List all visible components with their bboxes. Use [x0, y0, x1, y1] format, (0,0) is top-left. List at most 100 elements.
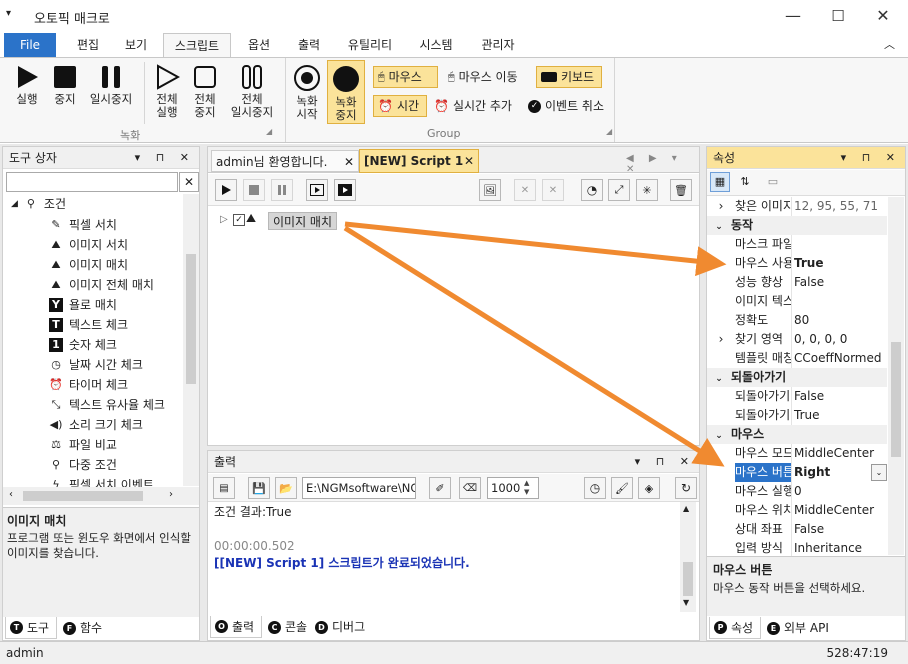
scrollbar-thumb[interactable]: [891, 342, 901, 457]
pause-all-button[interactable]: 전체 일시중지: [226, 64, 278, 119]
line-count-input[interactable]: 1000: [487, 477, 539, 499]
expand-property-icon[interactable]: ›: [707, 197, 735, 216]
collapse-ribbon-icon[interactable]: ︿: [884, 36, 895, 52]
scroll-down-icon[interactable]: ▼: [683, 598, 689, 607]
run-all-button[interactable]: 전체 실행: [148, 64, 186, 119]
list-item[interactable]: ⤡ 텍스트 유사율 체크: [49, 395, 165, 415]
property-row[interactable]: 이미지 텍스트: [707, 292, 887, 311]
maximize-button[interactable]: ☐: [815, 0, 861, 32]
menu-system[interactable]: 시스템: [408, 33, 464, 57]
scrollbar-thumb[interactable]: [683, 562, 693, 596]
menu-file[interactable]: File: [4, 33, 56, 57]
property-row[interactable]: 템플릿 매칭 CCoeffNormed: [707, 349, 887, 368]
property-value[interactable]: 12, 95, 55, 71: [791, 197, 887, 216]
property-value[interactable]: MiddleCenter: [791, 444, 887, 463]
clear-output-button[interactable]: ⌫: [459, 477, 481, 499]
property-value[interactable]: [791, 292, 887, 311]
property-value[interactable]: Right: [791, 463, 871, 482]
property-row[interactable]: 성능 향상 False: [707, 273, 887, 292]
menu-view[interactable]: 보기: [114, 33, 158, 57]
tree-category-condition[interactable]: ◢ ⚲ 조건: [11, 194, 66, 214]
tab-properties[interactable]: P 속성: [709, 617, 761, 639]
scrollbar-thumb[interactable]: [186, 254, 196, 384]
minimize-button[interactable]: —: [770, 0, 816, 32]
list-item[interactable]: T 텍스트 체크: [49, 315, 165, 335]
stop-all-button[interactable]: 전체 중지: [188, 64, 222, 119]
keyboard-toggle[interactable]: 키보드: [536, 66, 602, 88]
mouse-move-toggle[interactable]: 🖱 마우스 이동: [444, 66, 532, 88]
tab-output[interactable]: O 출력: [210, 616, 262, 638]
timestamp-button[interactable]: ◷: [584, 477, 606, 499]
close-button[interactable]: ✕: [860, 0, 906, 32]
tab-tools[interactable]: T 도구: [5, 617, 57, 639]
run-script-button[interactable]: [215, 179, 237, 201]
menu-options[interactable]: 옵션: [237, 33, 281, 57]
refresh-button[interactable]: ↻: [675, 477, 697, 499]
record-stop-button[interactable]: 녹화 중지: [327, 60, 365, 124]
property-row[interactable]: 정확도 80: [707, 311, 887, 330]
tab-external-api[interactable]: E 외부 API: [763, 617, 835, 639]
system-menu-icon[interactable]: ▾: [6, 8, 11, 19]
list-item[interactable]: ◀) 소리 크기 체크: [49, 415, 165, 435]
property-row[interactable]: 되돌아가기 False: [707, 387, 887, 406]
panel-controls[interactable]: ▾ ⊓ ✕: [841, 147, 901, 169]
panel-controls[interactable]: ▾ ⊓ ✕: [635, 451, 695, 473]
list-item[interactable]: 1 숫자 체크: [49, 335, 165, 355]
save-output-button[interactable]: 💾: [248, 477, 270, 499]
pause-script-button[interactable]: [271, 179, 293, 201]
tab-debug[interactable]: D 디버그: [311, 616, 373, 638]
dropdown-icon[interactable]: ⌄: [871, 464, 887, 481]
categorized-view-button[interactable]: ▦: [710, 172, 730, 192]
delete-button[interactable]: 🗑: [670, 179, 692, 201]
list-item[interactable]: ✎ 픽셀 서치: [49, 215, 165, 235]
expand-property-icon[interactable]: ›: [707, 330, 735, 349]
open-folder-button[interactable]: 📂: [275, 477, 297, 499]
list-item[interactable]: ⛰ 이미지 전체 매치: [49, 275, 165, 295]
property-category[interactable]: ⌄ 되돌아가기: [707, 368, 887, 387]
property-row[interactable]: 마우스 모드 MiddleCenter: [707, 444, 887, 463]
property-category[interactable]: ⌄ 동작: [707, 216, 887, 235]
property-row[interactable]: 마우스 사용 True: [707, 254, 887, 273]
panel-controls[interactable]: ▾ ⊓ ✕: [135, 147, 195, 169]
run-from-button[interactable]: [306, 179, 328, 201]
scrollbar-thumb[interactable]: [23, 491, 143, 501]
node-checkbox[interactable]: ✓: [233, 214, 245, 226]
disabled-button[interactable]: ✕: [542, 179, 564, 201]
property-value[interactable]: True: [791, 254, 887, 273]
realtime-add-toggle[interactable]: ⏰ 실시간 추가: [430, 95, 522, 117]
property-row[interactable]: › 찾기 영역 0, 0, 0, 0: [707, 330, 887, 349]
property-row[interactable]: 마스크 파일: [707, 235, 887, 254]
property-row[interactable]: 상대 좌표 False: [707, 520, 887, 539]
fill-button[interactable]: ◈: [638, 477, 660, 499]
property-category[interactable]: ⌄ 마우스: [707, 425, 887, 444]
list-item[interactable]: ⚲ 다중 조건: [49, 455, 165, 475]
timer-button[interactable]: ◔: [581, 179, 603, 201]
stop-button[interactable]: 중지: [48, 64, 82, 106]
record-start-button[interactable]: 녹화 시작: [290, 64, 324, 121]
property-value[interactable]: MiddleCenter: [791, 501, 887, 520]
property-row[interactable]: › 찾은 이미지 12, 95, 55, 71: [707, 197, 887, 216]
run-selected-button[interactable]: [334, 179, 356, 201]
property-value[interactable]: False: [791, 520, 887, 539]
property-value[interactable]: 80: [791, 311, 887, 330]
list-item[interactable]: ⏰ 타이머 체크: [49, 375, 165, 395]
list-item[interactable]: ◷ 날짜 시간 체크: [49, 355, 165, 375]
tab-script-1[interactable]: [NEW] Script 1 ✕: [359, 149, 479, 173]
run-button[interactable]: 실행: [8, 64, 46, 106]
list-item[interactable]: ⛰ 이미지 매치: [49, 255, 165, 275]
toolbox-search-input[interactable]: [6, 172, 178, 192]
list-item[interactable]: ⚖ 파일 비교: [49, 435, 165, 455]
menu-admin[interactable]: 관리자: [470, 33, 526, 57]
mouse-toggle[interactable]: 🖱 마우스: [373, 66, 438, 88]
pause-button[interactable]: 일시중지: [86, 64, 136, 106]
expand-node-icon[interactable]: ▷: [220, 214, 228, 225]
property-value[interactable]: [791, 235, 887, 254]
brush-button[interactable]: 🖌: [611, 477, 633, 499]
tab-nav-controls[interactable]: ◀ ▶ ▾ ✕: [626, 153, 699, 175]
list-item[interactable]: Y 욜로 매치: [49, 295, 165, 315]
clear-search-button[interactable]: ✕: [179, 172, 199, 192]
expand-button[interactable]: ⤢: [608, 179, 630, 201]
menu-script[interactable]: 스크립트: [163, 33, 231, 57]
list-item[interactable]: ⛰ 이미지 서치: [49, 235, 165, 255]
toolbox-scrollbar[interactable]: [183, 194, 199, 486]
